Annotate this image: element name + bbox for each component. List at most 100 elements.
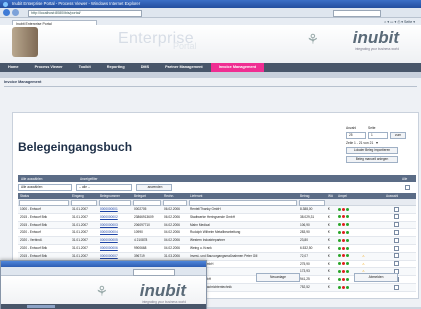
rows-per-page-input[interactable]: 25 xyxy=(346,132,366,139)
status-dot-icon xyxy=(342,215,345,219)
filter-header-select: Alle auswählen xyxy=(21,176,43,181)
cell-receipt-no[interactable]: 0000000003 xyxy=(98,222,132,229)
cell-supplier: Stadtwerke Heringsende GmbH xyxy=(190,214,236,219)
second-window-search-input[interactable] xyxy=(133,268,175,276)
toolbar-icons[interactable]: ⌂ ▾ ▭ ▾ ⎙ ▾ Seite ▾ xyxy=(384,20,415,24)
traffic-light xyxy=(336,284,360,291)
row-checkbox[interactable] xyxy=(394,237,399,243)
inubit-logo[interactable]: inubit xyxy=(353,28,399,48)
column-filter-row xyxy=(18,199,416,206)
row-checkbox[interactable] xyxy=(394,245,399,251)
select-cell xyxy=(384,253,416,260)
menu-partner-management[interactable]: Partner Management xyxy=(157,63,211,72)
row-checkbox[interactable] xyxy=(394,284,399,290)
select-all-checkbox[interactable] xyxy=(405,185,410,190)
dropdown-arrow-icon[interactable]: ▼ xyxy=(375,141,378,145)
row-checkbox[interactable] xyxy=(394,222,399,228)
cell-amount: 752,52 xyxy=(300,284,310,289)
cell-type: 23866913609 xyxy=(134,214,154,219)
select-all-dropdown[interactable]: Alle auswählen xyxy=(18,184,72,191)
table-row[interactable]: 2015 - Entwurf Brik 31.01.2007 0000000003 2… xyxy=(18,221,416,230)
menu-invoice-management[interactable]: Invoice Management xyxy=(210,63,265,72)
cell-supplier: Invest- und Bauvorgangsmaßnahmen Peter G… xyxy=(190,253,258,258)
status-dot-icon xyxy=(342,285,345,289)
cell-receipt-no[interactable]: 0000000004 xyxy=(98,229,132,236)
address-input[interactable]: http://localhost:8080/ibis/portal/ xyxy=(28,9,142,17)
cell-received: 31.01.2007 xyxy=(72,222,88,227)
import-receipt-button[interactable]: Lokaler Beleg importieren xyxy=(346,147,398,154)
cell-amount: 6.532,50 xyxy=(300,245,313,250)
cell-currency: € xyxy=(328,261,330,266)
status-dot-icon xyxy=(338,207,341,211)
flag-cell xyxy=(360,214,384,221)
goto-page-button[interactable]: zum xyxy=(390,132,406,139)
cell-supplier: Rentel/Thanky GmbH xyxy=(190,207,221,211)
status-dot-icon xyxy=(338,231,341,235)
cell-currency: € xyxy=(328,238,330,243)
cell-supplier: Rudolph Wilhelm Metallbearbeitung xyxy=(190,230,241,235)
status-dot-icon xyxy=(338,215,341,219)
cell-received: 31.01.2007 xyxy=(72,207,88,211)
back-button[interactable] xyxy=(3,9,10,16)
forward-button[interactable] xyxy=(12,9,19,16)
display-filter-dropdown[interactable]: -- alle -- xyxy=(76,184,132,191)
menu-toolkit[interactable]: Toolkit xyxy=(71,63,99,72)
logo-swirl-icon: ⚘ xyxy=(306,31,319,47)
cell-received: 31.01.2007 xyxy=(72,230,88,235)
row-checkbox[interactable] xyxy=(394,253,399,259)
menu-process-viewer[interactable]: Process Viewer xyxy=(27,63,71,72)
row-checkbox[interactable] xyxy=(394,261,399,267)
table-row[interactable]: 2020 - Entwurf 31.01.2007 0000000004 10990 0… xyxy=(18,229,416,238)
traffic-light xyxy=(336,261,360,268)
row-checkbox[interactable] xyxy=(394,230,399,236)
cell-status: 1000 - Entwurf xyxy=(20,207,41,211)
table-row[interactable]: 1000 - Entwurf 31.01.2007 0000000001 000270… xyxy=(18,206,416,214)
cell-received: 31.01.2007 xyxy=(72,253,88,258)
flag-cell: ⚠ xyxy=(360,261,384,268)
cell-receipt-no[interactable]: 0000000007 xyxy=(98,253,132,260)
cell-receipt-no[interactable]: 0000000002 xyxy=(98,214,132,221)
cell-status: 2020 - Entwurf Brik xyxy=(20,245,48,250)
cell-amount: 8.388,00 xyxy=(300,207,313,211)
cell-status: 2015 - Entwurf Brik xyxy=(20,222,48,227)
cell-amount: 275,90 xyxy=(300,261,310,266)
logout-button[interactable]: Abmelden xyxy=(354,273,398,282)
filter-header-display: Anzeigefilter xyxy=(80,176,98,181)
row-checkbox[interactable] xyxy=(394,206,399,212)
warning-icon[interactable]: ⚠ xyxy=(362,254,365,258)
table-row[interactable]: 2020 - Verbindl. 31.01.2007 0000000005 4 21… xyxy=(18,237,416,245)
warning-icon[interactable]: ⚠ xyxy=(362,262,365,266)
cell-currency: € xyxy=(328,245,330,250)
table-row[interactable]: 2020 - Entwurf Brik 31.01.2007 0000000006 9… xyxy=(18,245,416,253)
cell-type: 9900668 xyxy=(134,245,147,250)
cell-supplier: Weing u. Krank xyxy=(190,245,212,250)
cell-supplier: Western Industriepartner xyxy=(190,238,226,243)
menu-home[interactable]: Home xyxy=(0,63,27,72)
cell-currency: € xyxy=(328,207,330,211)
create-receipt-button[interactable]: Beleg manuell anlegen xyxy=(346,156,398,163)
cell-invoice-date: 04.02.2006 xyxy=(164,230,180,235)
cell-receipt-no[interactable]: 0000000001 xyxy=(98,206,132,213)
cell-amount: 106,90 xyxy=(300,222,310,227)
menu-dms[interactable]: DMS xyxy=(133,63,157,72)
status-dot-icon xyxy=(346,223,349,227)
logo-swirl-icon: ⚘ xyxy=(95,283,108,299)
status-dot-icon xyxy=(342,207,345,211)
traffic-light xyxy=(336,253,360,260)
browser-search-input[interactable] xyxy=(333,9,381,17)
cell-received: 31.01.2007 xyxy=(72,214,88,219)
apply-filter-button[interactable]: anwenden xyxy=(136,184,172,191)
cell-received: 31.01.2007 xyxy=(72,238,88,243)
new-entry-button[interactable]: Neuanlage xyxy=(256,273,300,282)
second-browser-window[interactable]: ⚘ inubit integrating your business world xyxy=(0,260,207,309)
cell-receipt-no[interactable]: 0000000005 xyxy=(98,237,132,244)
cell-type: 4 210878 xyxy=(134,238,148,243)
filter-header-all: Alle xyxy=(402,176,408,181)
page-number-input[interactable]: 1 xyxy=(368,132,388,139)
select-cell xyxy=(384,214,416,221)
table-row[interactable]: 2015 - Entwurf Brik 31.01.2007 0000000002 2… xyxy=(18,214,416,222)
menu-reporting[interactable]: Reporting xyxy=(99,63,133,72)
row-checkbox[interactable] xyxy=(394,214,399,220)
cell-receipt-no[interactable]: 0000000006 xyxy=(98,245,132,252)
cell-status: 2015 - Entwurf Brik xyxy=(20,253,48,258)
